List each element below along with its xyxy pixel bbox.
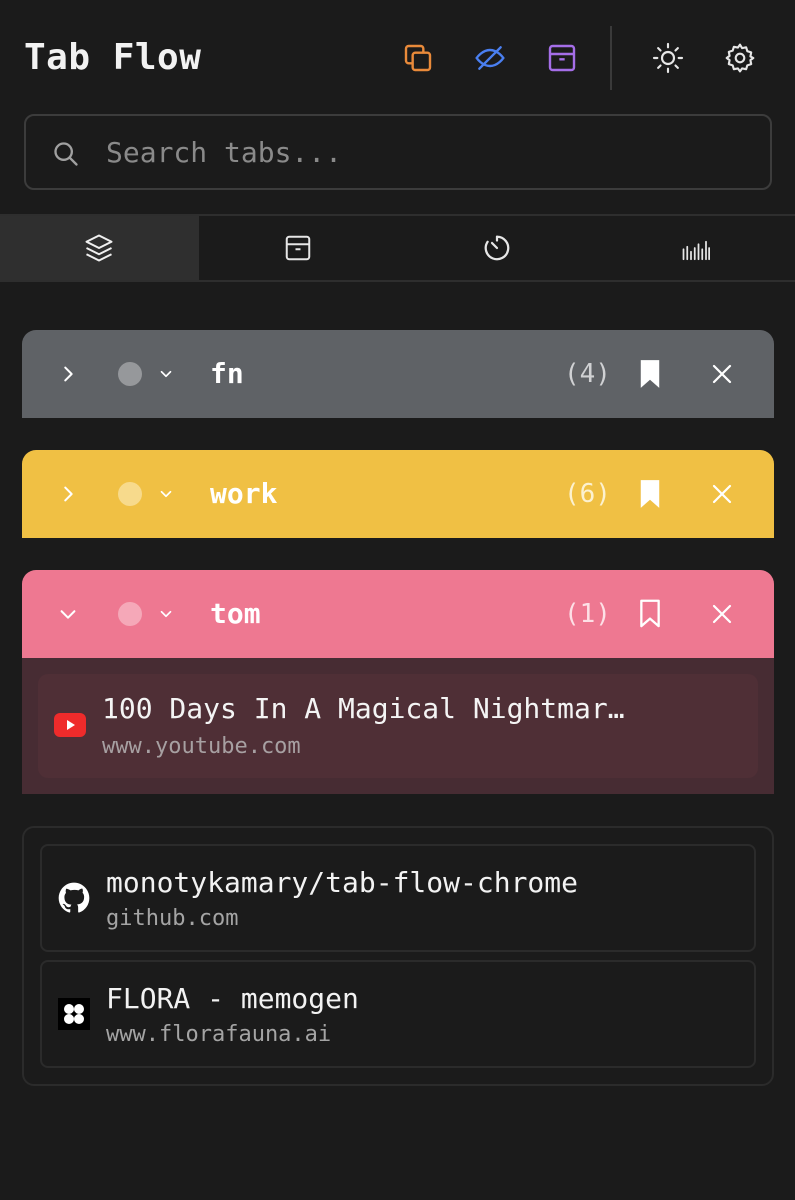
chevron-down-icon xyxy=(160,490,172,498)
group-name[interactable]: work xyxy=(210,476,277,512)
color-picker-toggle[interactable] xyxy=(154,362,178,386)
save-group-button[interactable] xyxy=(634,596,666,632)
copy-icon xyxy=(404,44,432,72)
flora-icon xyxy=(58,998,90,1030)
search-input[interactable] xyxy=(106,130,746,174)
tab-archive[interactable] xyxy=(199,216,398,280)
gear-icon xyxy=(725,43,755,73)
settings-button[interactable] xyxy=(716,34,764,82)
group-tab-count: (4) xyxy=(564,359,611,389)
chevron-down-icon xyxy=(160,610,172,618)
tab-timer[interactable] xyxy=(398,216,597,280)
app-title: Tab Flow xyxy=(24,37,202,78)
chevron-down-icon xyxy=(60,610,76,619)
archive-icon xyxy=(548,44,576,72)
bookmark-outline-icon xyxy=(640,599,660,628)
group-header[interactable]: tom (1) xyxy=(22,570,774,658)
tab-url: www.youtube.com xyxy=(102,734,301,759)
group-header[interactable]: fn (4) xyxy=(22,330,774,418)
tab-title: 100 Days In A Magical Nightmar… xyxy=(102,692,625,725)
save-group-button[interactable] xyxy=(634,356,666,392)
group-tab-count: (6) xyxy=(564,479,611,509)
bookmark-filled-icon xyxy=(640,360,660,388)
header-divider xyxy=(610,26,612,90)
youtube-icon xyxy=(54,713,86,737)
collapse-toggle[interactable] xyxy=(52,598,84,630)
timer-icon xyxy=(484,235,510,261)
hide-tabs-button[interactable] xyxy=(466,34,514,82)
stats-icon xyxy=(682,240,710,261)
save-group-button[interactable] xyxy=(634,476,666,512)
eye-off-icon xyxy=(475,46,505,70)
close-group-button[interactable] xyxy=(706,596,738,632)
header: Tab Flow xyxy=(0,0,795,112)
close-icon xyxy=(712,364,732,384)
copy-tabs-button[interactable] xyxy=(394,34,442,82)
tab-item[interactable]: 100 Days In A Magical Nightmar… www.yout… xyxy=(38,674,758,778)
close-group-button[interactable] xyxy=(706,476,738,512)
view-tabs xyxy=(0,214,795,282)
bookmark-filled-icon xyxy=(640,480,660,508)
chevron-down-icon xyxy=(160,370,172,378)
expand-toggle[interactable] xyxy=(52,358,84,390)
group-name[interactable]: tom xyxy=(210,596,261,632)
tab-group-work: work (6) xyxy=(22,450,774,538)
expand-toggle[interactable] xyxy=(52,478,84,510)
tab-group-tom: tom (1) 100 Days In A Magical Nightmar… … xyxy=(22,570,774,794)
github-icon xyxy=(58,882,90,913)
close-icon xyxy=(712,604,732,624)
tab-url: www.florafauna.ai xyxy=(106,1022,332,1047)
archive-button[interactable] xyxy=(538,34,586,82)
color-picker-toggle[interactable] xyxy=(154,482,178,506)
group-tab-list: 100 Days In A Magical Nightmar… www.yout… xyxy=(22,658,774,794)
tab-flow-app: Tab Flow Search tabs... fn (4) work (6) … xyxy=(0,0,795,1200)
search-icon xyxy=(54,142,78,166)
tab-title: monotykamary/tab-flow-chrome xyxy=(106,866,579,899)
tab-url: github.com xyxy=(106,906,239,931)
group-color-dot[interactable] xyxy=(118,482,142,506)
ungrouped-tabs: monotykamary/tab-flow-chrome github.com … xyxy=(22,826,774,1086)
tab-item[interactable]: monotykamary/tab-flow-chrome github.com xyxy=(40,844,756,952)
chevron-right-icon xyxy=(64,366,73,382)
tab-groups[interactable] xyxy=(0,216,199,280)
group-color-dot[interactable] xyxy=(118,602,142,626)
group-tab-count: (1) xyxy=(564,599,611,629)
chevron-right-icon xyxy=(64,486,73,502)
tab-item[interactable]: FLORA - memogen www.florafauna.ai xyxy=(40,960,756,1068)
tab-group-fn: fn (4) xyxy=(22,330,774,418)
tab-stats[interactable] xyxy=(596,216,795,280)
group-name[interactable]: fn xyxy=(210,356,244,392)
tab-title: FLORA - memogen xyxy=(106,982,359,1015)
archive-icon xyxy=(285,235,311,261)
group-header[interactable]: work (6) xyxy=(22,450,774,538)
color-picker-toggle[interactable] xyxy=(154,602,178,626)
close-group-button[interactable] xyxy=(706,356,738,392)
theme-toggle-button[interactable] xyxy=(644,34,692,82)
close-icon xyxy=(712,484,732,504)
group-color-dot[interactable] xyxy=(118,362,142,386)
search-box xyxy=(24,114,772,190)
layers-icon xyxy=(85,234,113,262)
sun-icon xyxy=(652,42,684,74)
